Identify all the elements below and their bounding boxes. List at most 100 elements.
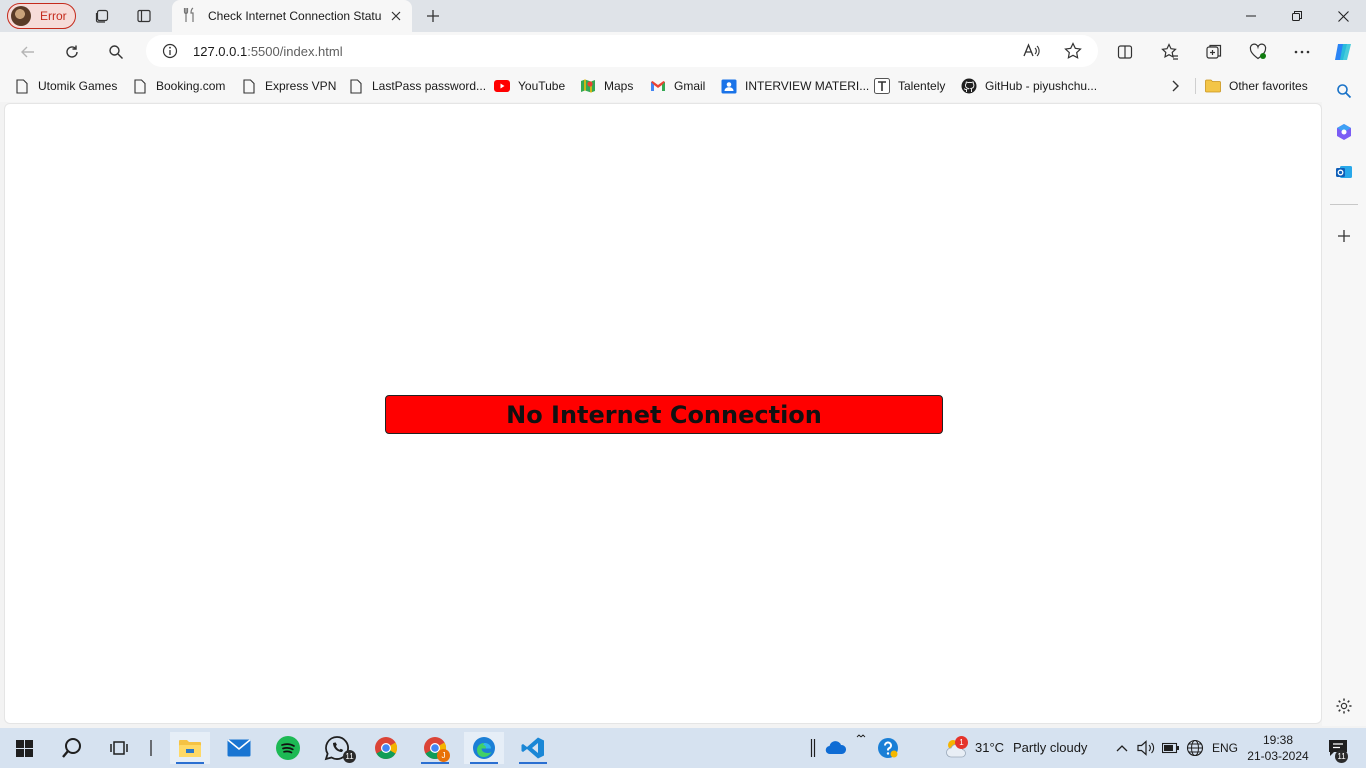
favorite-talentely[interactable]: Talentely [874,77,945,95]
weather-condition-text[interactable]: Partly cloudy [1013,740,1087,755]
chrome-icon[interactable] [366,732,406,764]
help-icon[interactable] [868,732,908,764]
github-icon [961,78,977,94]
language-indicator[interactable]: ENG [1212,741,1238,755]
gmail-icon [650,78,666,94]
search-icon[interactable] [103,39,129,65]
favorites-divider [1195,78,1196,94]
profile-error-label: Error [40,9,67,23]
favorite-utomik-games[interactable]: Utomik Games [14,77,117,95]
favorite-label: YouTube [518,79,566,93]
chrome-profile-badge: J [437,749,450,762]
page-icon [348,78,364,94]
avatar [11,6,31,26]
running-indicator [421,762,449,764]
taskbar-search-icon[interactable] [52,732,92,764]
tab-actions-icon[interactable] [132,4,156,28]
tab-title: Check Internet Connection Status [208,9,382,23]
notifications-icon[interactable]: 11 [1318,732,1358,764]
favorite-label: GitHub - piyushchu... [985,79,1098,93]
more-options-icon[interactable] [1289,39,1315,65]
maps-icon [580,78,596,94]
favorite-maps[interactable]: Maps [580,77,633,95]
favorite-booking[interactable]: Booking.com [132,77,225,95]
favorites-icon[interactable] [1157,39,1183,65]
file-explorer-icon[interactable] [170,732,210,764]
weather-partly-cloudy-icon[interactable]: 1 [936,732,976,764]
temperature-text[interactable]: 31°C [975,740,1004,755]
connection-status-banner: No Internet Connection [385,395,943,434]
running-indicator [519,762,547,764]
favorite-interview-material[interactable]: INTERVIEW MATERI... [721,77,869,95]
back-icon[interactable] [15,39,41,65]
info-icon[interactable] [160,41,180,61]
taskbar-separator-icon [131,732,171,764]
tab-active[interactable]: Check Internet Connection Status [172,0,412,32]
address-bar[interactable]: 127.0.0.1:5500/index.html [146,35,1098,67]
minimize-icon[interactable] [1228,0,1274,32]
windows-taskbar: 11 J 1 31°C Partly cloudy ENG 19:38 21-0… [0,728,1366,768]
edge-icon[interactable] [464,732,504,764]
favorite-label: Talentely [898,79,946,93]
system-clock[interactable]: 19:38 21-03-2024 [1240,732,1316,764]
page-icon [241,78,257,94]
profile-button[interactable]: Error [7,3,76,29]
url-text[interactable]: 127.0.0.1:5500/index.html [193,44,343,59]
contact-icon [721,78,737,94]
split-screen-icon[interactable] [1112,39,1138,65]
favorite-label: Express VPN [265,79,337,93]
outlook-icon[interactable] [1332,160,1356,184]
clock-time: 19:38 [1262,733,1294,747]
read-aloud-icon[interactable] [1022,41,1042,61]
chevron-right-icon[interactable] [1170,77,1180,95]
browser-toolbar: 127.0.0.1:5500/index.html [0,32,1366,70]
close-window-icon[interactable] [1320,0,1366,32]
favorite-express-vpn[interactable]: Express VPN [241,77,336,95]
settings-gear-icon[interactable] [1332,694,1356,718]
youtube-icon [494,78,510,94]
folder-icon [1205,78,1221,94]
favorite-label: LastPass password... [372,79,487,93]
weather-alert-badge: 1 [955,736,968,749]
restaurant-favicon-icon [182,7,198,26]
browser-essentials-icon[interactable] [1245,39,1271,65]
favorite-label: Booking.com [156,79,226,93]
running-indicator [176,762,204,764]
workspaces-icon[interactable] [90,4,114,28]
favorite-label: Gmail [674,79,706,93]
collections-icon[interactable] [1201,39,1227,65]
page-icon [132,78,148,94]
microsoft-365-icon[interactable] [1332,120,1356,144]
copilot-icon[interactable] [1330,39,1356,65]
running-indicator [470,762,498,764]
other-favorites-label: Other favorites [1229,79,1308,93]
clock-date: 21-03-2024 [1247,749,1309,763]
favorite-lastpass[interactable]: LastPass password... [348,77,486,95]
add-sidebar-app-icon[interactable] [1332,224,1356,248]
favorite-label: Maps [604,79,634,93]
sidebar-search-icon[interactable] [1332,79,1356,103]
mail-icon[interactable] [219,732,259,764]
spotify-icon[interactable] [268,732,308,764]
vscode-icon[interactable] [513,732,553,764]
sidebar-divider [1330,204,1358,205]
chrome-profile-icon[interactable]: J [415,732,455,764]
whatsapp-badge: 11 [343,750,356,763]
favorite-star-icon[interactable] [1063,41,1083,61]
favorites-bar: Utomik Games Booking.com Express VPN Las… [0,70,1366,102]
favorite-github[interactable]: GitHub - piyushchu... [961,77,1097,95]
restore-icon[interactable] [1274,0,1320,32]
close-tab-icon[interactable] [388,8,404,24]
notifications-badge: 11 [1335,750,1348,763]
favorite-gmail[interactable]: Gmail [650,77,705,95]
whatsapp-icon[interactable]: 11 [317,732,357,764]
windows-start-icon[interactable] [4,732,44,764]
page-icon [14,78,30,94]
favorite-youtube[interactable]: YouTube [494,77,565,95]
refresh-icon[interactable] [59,39,85,65]
network-globe-icon[interactable] [1175,732,1215,764]
url-host: 127.0.0.1 [193,44,248,59]
talentely-icon [874,78,890,94]
other-favorites-folder[interactable]: Other favorites [1205,77,1308,95]
new-tab-icon[interactable] [421,4,445,28]
